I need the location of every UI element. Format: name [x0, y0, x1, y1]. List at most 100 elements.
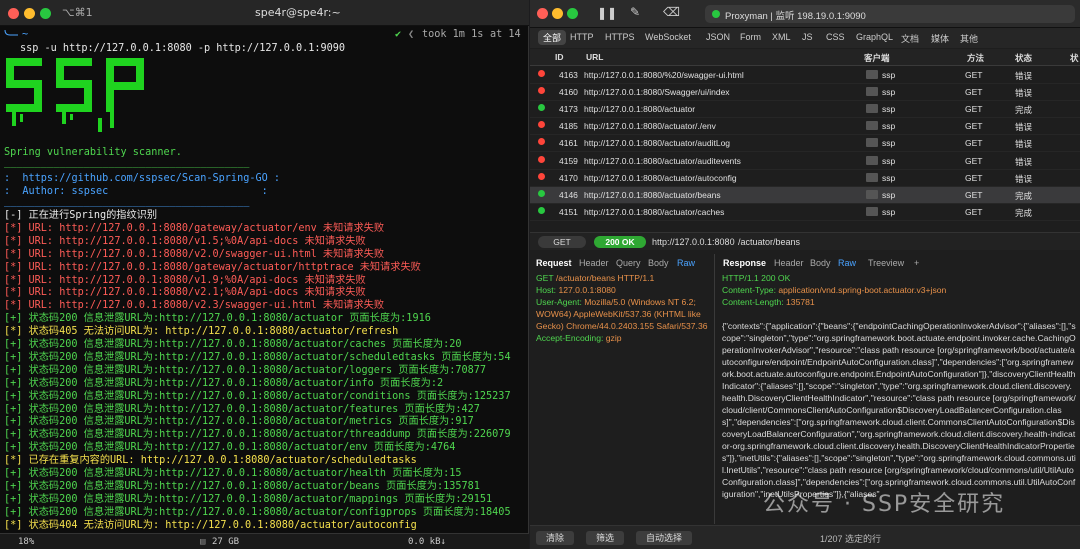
trash-icon[interactable]: ⌫: [663, 5, 680, 19]
flow-id: 4185: [559, 121, 578, 132]
flow-client: ssp: [882, 70, 896, 80]
tab-9[interactable]: GraphQL: [856, 32, 893, 42]
output-line: [+] 状态码200 信息泄露URL为:http://127.0.0.1:808…: [4, 493, 493, 505]
client-app-icon: [866, 206, 878, 216]
tab-6[interactable]: XML: [772, 32, 791, 42]
close-window-button[interactable]: [537, 8, 548, 19]
listening-indicator-icon: [712, 10, 720, 18]
req-tab-3[interactable]: Body: [648, 258, 669, 268]
client-app-icon: [866, 70, 878, 79]
resp-tab-3[interactable]: Raw: [838, 258, 856, 268]
flow-method: GET: [965, 138, 983, 149]
minimize-window-button[interactable]: [24, 8, 35, 19]
flow-client: ssp: [882, 87, 896, 98]
resp-tab-2[interactable]: Body: [810, 258, 831, 268]
flow-row[interactable]: 4173 http://127.0.0.1:8080/actuator ssp GET…: [530, 101, 1080, 119]
proxyman-window: ❚❚ ✎ ⌫ Proxyman | 监听 198.19.0.1:9090 全部 H…: [530, 0, 1080, 549]
req-tab-4[interactable]: Raw: [677, 258, 695, 268]
flow-client: ssp: [882, 172, 896, 183]
zoom-window-button[interactable]: [40, 8, 51, 19]
prompt-curve-icon: [4, 30, 18, 36]
resp-tab-5[interactable]: +: [914, 258, 919, 268]
tab-1[interactable]: HTTP: [570, 32, 594, 42]
tab-4[interactable]: JSON: [706, 32, 730, 42]
col-url[interactable]: URL: [586, 52, 603, 62]
mem-icon: ▤: [200, 537, 206, 547]
request-line: GET /actuator/beans HTTP/1.1: [530, 272, 713, 284]
req-tab-0[interactable]: Request: [536, 258, 572, 268]
flow-method: GET: [965, 155, 983, 166]
compose-icon[interactable]: ✎: [630, 5, 640, 19]
tab-8[interactable]: CSS: [826, 32, 845, 42]
resp-tab-0[interactable]: Response: [723, 258, 766, 268]
auto-select-button[interactable]: 自动选择: [636, 531, 692, 545]
tab-7[interactable]: JS: [802, 32, 813, 42]
close-window-button[interactable]: [8, 8, 19, 19]
flow-method: GET: [965, 87, 983, 98]
output-line: [-] 正在进行Spring的指纹识别: [4, 210, 158, 221]
clear-button[interactable]: 清除: [536, 531, 574, 545]
col-extra[interactable]: 状: [1070, 52, 1079, 64]
request-key: Host:: [536, 285, 557, 295]
request-key: User-Agent:: [536, 297, 582, 307]
flow-row[interactable]: 4161 http://127.0.0.1:8080/actuator/audit…: [530, 135, 1080, 153]
status-code-badge: 200 OK: [594, 236, 646, 248]
terminal-status-bar: 18% ▤ 27 GB 0.0 kB↓: [0, 533, 529, 549]
terminal-window: ⌥⌘1 spe4r@spe4r:~ ~ ✔ ❮ took 1m 1s at 14…: [0, 0, 529, 549]
col-id[interactable]: ID: [555, 52, 564, 62]
github-url-line: : https://github.com/sspsec/Scan-Spring-…: [4, 173, 281, 184]
output-line: [+] 状态码200 信息泄露URL为:http://127.0.0.1:808…: [4, 339, 462, 350]
output-line: [+] 状态码200 信息泄露URL为:http://127.0.0.1:808…: [4, 351, 511, 363]
flow-id: 4160: [559, 87, 578, 98]
tab-2[interactable]: HTTPS: [605, 32, 635, 42]
req-tab-1[interactable]: Header: [579, 258, 609, 268]
status-dot-icon: [538, 87, 545, 95]
tab-11[interactable]: 媒体: [931, 32, 949, 45]
request-tabs: Request Header Query Body Raw: [530, 256, 713, 271]
flow-client: ssp: [882, 155, 896, 166]
command-line[interactable]: ssp -u http://127.0.0.1:8080 -p http://1…: [20, 42, 345, 55]
tab-12[interactable]: 其他: [960, 32, 978, 45]
col-method[interactable]: 方法: [967, 52, 984, 64]
output-line: [*] URL: http://127.0.0.1:8080/gateway/a…: [4, 261, 421, 273]
flow-url: http://127.0.0.1:8080/actuator/./env: [584, 121, 716, 132]
minimize-window-button[interactable]: [552, 8, 563, 19]
request-key: Accept-Encoding:: [536, 333, 604, 343]
status-dot-icon: [538, 155, 545, 163]
tab-10[interactable]: 文档: [901, 32, 919, 45]
flow-row[interactable]: 4151 http://127.0.0.1:8080/actuator/cache…: [530, 204, 1080, 221]
pane-divider[interactable]: [714, 254, 715, 524]
filter-button[interactable]: 筛选: [586, 531, 624, 545]
cl-key: Content-Length:: [722, 297, 784, 307]
resp-tab-1[interactable]: Header: [774, 258, 804, 268]
flow-row[interactable]: 4160 http://127.0.0.1:8080/Swagger/ui/ind…: [530, 84, 1080, 102]
flow-row[interactable]: 4163 http://127.0.0.1:8080/%20/swagger-ui…: [530, 67, 1080, 84]
flow-row[interactable]: 4170 http://127.0.0.1:8080/actuator/autoc…: [530, 170, 1080, 187]
status-dot-icon: [538, 121, 545, 129]
flow-client: ssp: [882, 189, 896, 200]
req-tab-2[interactable]: Query: [616, 258, 641, 268]
flow-row[interactable]: 4159 http://127.0.0.1:8080/actuator/audit…: [530, 153, 1080, 170]
tab-5[interactable]: Form: [740, 32, 761, 42]
watermark: 公众号 · SSP安全研究: [763, 492, 1006, 517]
tab-3[interactable]: WebSocket: [645, 32, 691, 42]
flow-status: 错误: [1015, 71, 1033, 81]
col-status[interactable]: 状态: [1015, 52, 1032, 64]
zoom-window-button[interactable]: [567, 8, 578, 19]
status-field: Proxyman | 监听 198.19.0.1:9090: [705, 5, 1075, 23]
col-client[interactable]: 客户端: [864, 52, 890, 64]
flow-id: 4170: [559, 172, 578, 183]
prompt-check-icon: ✔: [395, 29, 402, 40]
flow-row[interactable]: 4185 http://127.0.0.1:8080/actuator/./env…: [530, 118, 1080, 136]
url-path: /actuator/beans: [738, 237, 801, 247]
output-line: [*] 状态码405 无法访问URL为: http://127.0.0.1:80…: [4, 326, 399, 338]
output-line: [+] 状态码200 信息泄露URL为:http://127.0.0.1:808…: [4, 377, 444, 389]
pause-icon[interactable]: ❚❚: [597, 6, 617, 20]
request-value: gzip: [603, 333, 622, 343]
flow-row[interactable]: 4146 http://127.0.0.1:8080/actuator/beans…: [530, 186, 1080, 204]
flow-id: 4163: [559, 70, 578, 80]
tab-0[interactable]: 全部: [538, 30, 567, 45]
output-line: [*] URL: http://127.0.0.1:8080/v1.9;%0A/…: [4, 274, 366, 286]
resp-tab-4[interactable]: Treeview: [868, 258, 904, 268]
client-app-icon: [866, 155, 878, 165]
